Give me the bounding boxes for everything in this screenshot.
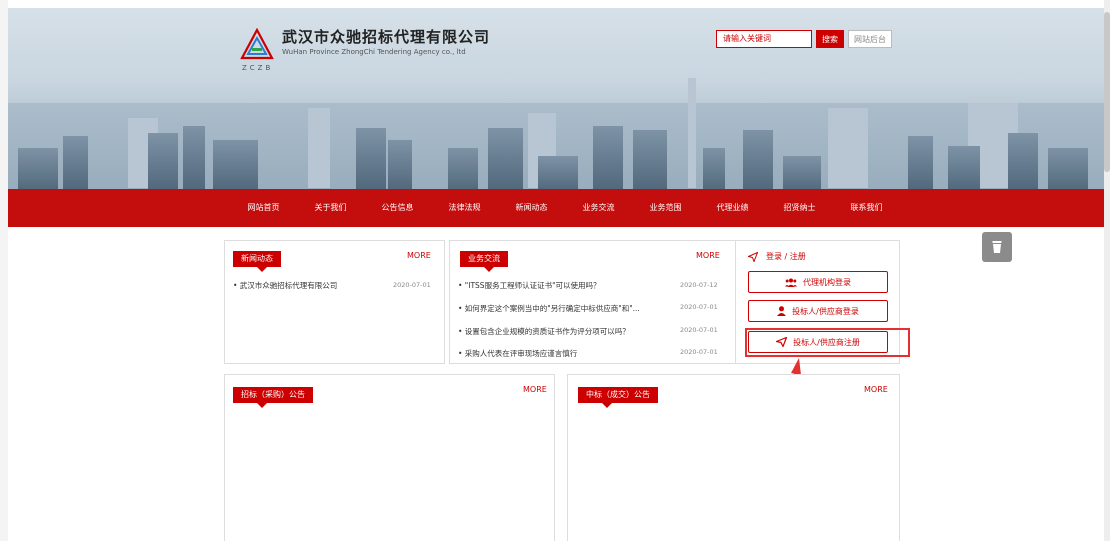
logo-mark-icon [240, 28, 274, 60]
cup-icon [992, 241, 1002, 253]
nav-item-business-exchange[interactable]: 业务交流 [565, 189, 632, 227]
page-scrollbar[interactable] [1104, 0, 1110, 541]
news-item-date: 2020-07-01 [393, 281, 431, 289]
agency-login-button[interactable]: 代理机构登录 [748, 271, 888, 293]
bidder-login-label: 投标人/供应商登录 [792, 306, 859, 316]
login-title: 登录 / 注册 [766, 252, 806, 261]
highlight-box [745, 328, 910, 357]
award-notice-title: 中标（成交）公告 [578, 387, 658, 408]
nav-item-news[interactable]: 新闻动态 [498, 189, 565, 227]
news-item[interactable]: • 武汉市众驰招标代理有限公司 [233, 280, 337, 291]
nav-item-about[interactable]: 关于我们 [297, 189, 364, 227]
nav-item-performance[interactable]: 代理业绩 [699, 189, 766, 227]
nav-item-business-scope[interactable]: 业务范围 [632, 189, 699, 227]
search-bar: 请输入关键词 搜索 网站后台 [716, 30, 892, 48]
search-button[interactable]: 搜索 [816, 30, 844, 48]
list-item-date: 2020-07-01 [680, 303, 718, 311]
float-widget[interactable] [982, 232, 1012, 262]
user-icon [777, 306, 787, 316]
news-more-link[interactable]: MORE [407, 251, 431, 260]
scrollbar-thumb[interactable] [1104, 12, 1110, 172]
bidder-login-button[interactable]: 投标人/供应商登录 [748, 300, 888, 322]
paper-plane-icon [748, 251, 758, 262]
login-header: 登录 / 注册 [748, 251, 806, 262]
nav-item-announcements[interactable]: 公告信息 [364, 189, 431, 227]
company-english-name: WuHan Province ZhongChi Tendering Agency… [282, 48, 466, 56]
tender-notice-panel: 招标（采购）公告 MORE [224, 374, 555, 541]
tender-notice-title: 招标（采购）公告 [233, 387, 313, 408]
news-panel-title: 新闻动态 [233, 251, 281, 272]
tender-more-link[interactable]: MORE [523, 385, 547, 394]
company-name: 武汉市众驰招标代理有限公司 [282, 28, 491, 46]
award-more-link[interactable]: MORE [864, 385, 888, 394]
business-more-link[interactable]: MORE [696, 251, 720, 260]
logo-letters: ZCZB [242, 64, 274, 72]
business-panel: 业务交流 MORE • "ITSS服务工程师认证证书"可以使用吗？ 2020-0… [449, 240, 739, 364]
city-skyline-image [8, 78, 1105, 189]
list-item-date: 2020-07-12 [680, 281, 718, 289]
award-notice-panel: 中标（成交）公告 MORE [567, 374, 900, 541]
admin-button[interactable]: 网站后台 [848, 30, 892, 48]
nav-item-contact[interactable]: 联系我们 [833, 189, 900, 227]
list-item[interactable]: • 采购人代表在评审现场应谨言慎行 [458, 348, 577, 359]
nav-item-laws[interactable]: 法律法规 [431, 189, 498, 227]
list-item-date: 2020-07-01 [680, 348, 718, 356]
list-item-date: 2020-07-01 [680, 326, 718, 334]
list-item[interactable]: • 如何界定这个案例当中的"另行确定中标供应商"和"... [458, 303, 640, 314]
nav-item-careers[interactable]: 招贤纳士 [766, 189, 833, 227]
list-item[interactable]: • "ITSS服务工程师认证证书"可以使用吗？ [458, 280, 601, 291]
page: ZCZB 武汉市众驰招标代理有限公司 WuHan Province ZhongC… [8, 0, 1105, 541]
nav-item-home[interactable]: 网站首页 [230, 189, 297, 227]
main-nav: 网站首页 关于我们 公告信息 法律法规 新闻动态 业务交流 业务范围 代理业绩 … [8, 189, 1105, 227]
agency-login-label: 代理机构登录 [803, 277, 851, 287]
business-panel-title: 业务交流 [460, 251, 508, 272]
header-banner: ZCZB 武汉市众驰招标代理有限公司 WuHan Province ZhongC… [8, 8, 1105, 189]
list-item[interactable]: • 设置包含企业规模的资质证书作为评分项可以吗？ [458, 326, 630, 337]
news-panel: 新闻动态 MORE • 武汉市众驰招标代理有限公司 2020-07-01 [224, 240, 445, 364]
users-icon [785, 278, 797, 287]
company-logo[interactable]: ZCZB 武汉市众驰招标代理有限公司 WuHan Province ZhongC… [240, 26, 490, 72]
search-input[interactable]: 请输入关键词 [716, 30, 812, 48]
